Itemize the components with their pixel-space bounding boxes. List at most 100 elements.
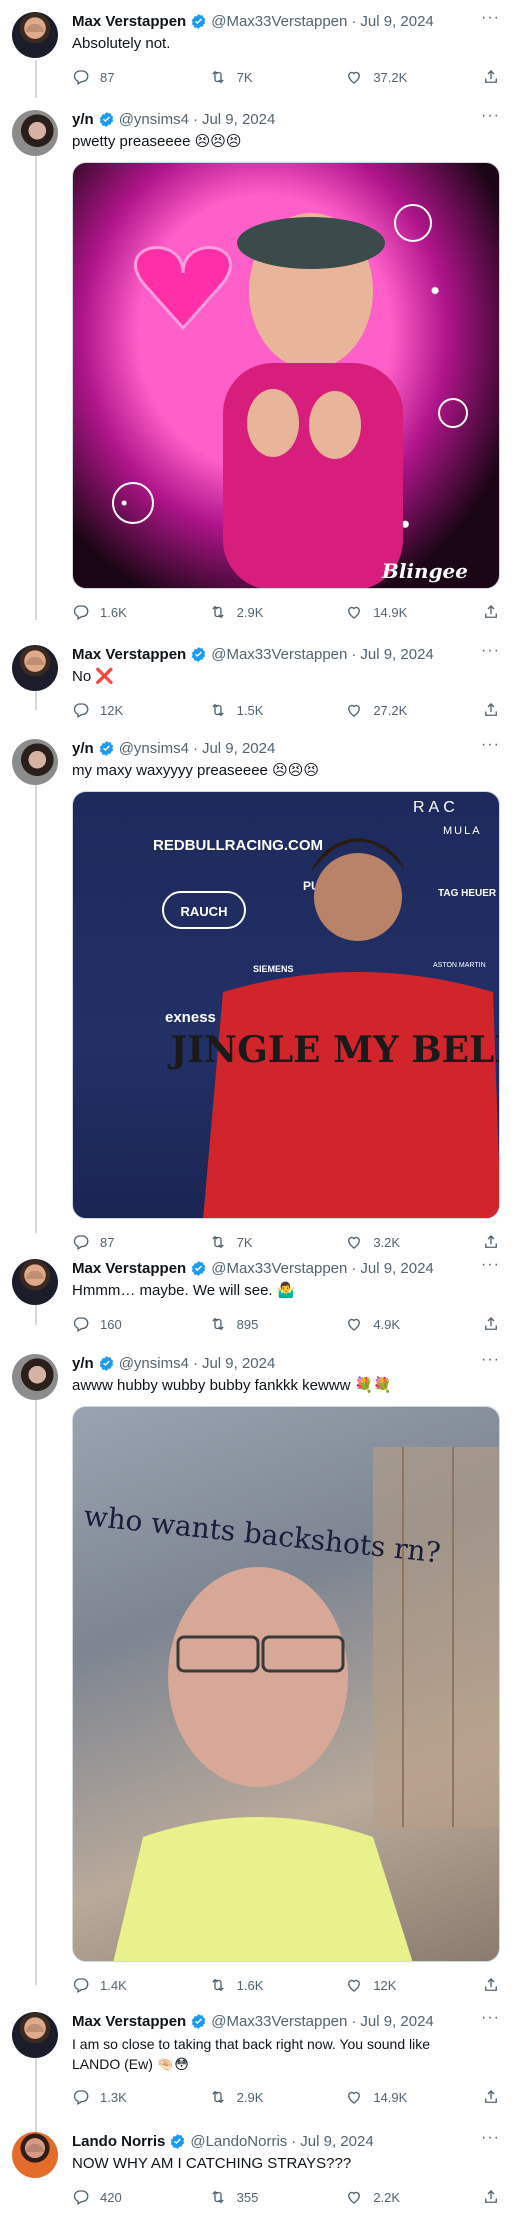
tweet[interactable]: y/n @ynsims4 · Jul 9, 2024 ··· awww hubb… — [0, 1342, 512, 2017]
reply-icon — [73, 2190, 89, 2205]
avatar[interactable] — [12, 645, 58, 691]
tweet[interactable]: Max Verstappen @Max33Verstappen · Jul 9,… — [0, 1247, 512, 1342]
tweet[interactable]: Max Verstappen @Max33Verstappen · Jul 9,… — [0, 0, 512, 95]
tweet-date[interactable]: Jul 9, 2024 — [360, 1260, 433, 1277]
retweet-button[interactable]: 895 — [209, 1315, 279, 1333]
like-button[interactable]: 37.2K — [345, 68, 415, 86]
tweet-date[interactable]: Jul 9, 2024 — [360, 2013, 433, 2030]
reply-button[interactable]: 1.3K — [72, 2088, 142, 2106]
author-handle[interactable]: @Max33Verstappen — [211, 1260, 347, 1277]
reply-count: 420 — [100, 2189, 122, 2205]
author-name[interactable]: y/n — [72, 740, 94, 757]
photo-sponsor-text: RAUCH — [181, 904, 228, 919]
share-button[interactable] — [482, 2088, 500, 2106]
tweet-actions: 87 7K 37.2K — [72, 62, 500, 92]
more-options-icon[interactable]: ··· — [481, 2130, 500, 2146]
tweet-actions: 12K 1.5K 27.2K — [72, 695, 500, 725]
like-button[interactable]: 4.9K — [345, 1315, 415, 1333]
author-name[interactable]: y/n — [72, 1355, 94, 1372]
avatar[interactable] — [12, 1259, 58, 1305]
author-name[interactable]: Max Verstappen — [72, 1260, 186, 1277]
author-handle[interactable]: @ynsims4 — [119, 111, 189, 128]
share-button[interactable] — [482, 68, 500, 86]
tweet-text: Hmmm… maybe. We will see. 🤷‍♂️ — [72, 1282, 296, 1299]
author-handle[interactable]: @ynsims4 — [119, 740, 189, 757]
retweet-button[interactable]: 1.6K — [209, 1976, 279, 1994]
like-count: 4.9K — [373, 1316, 401, 1332]
avatar[interactable] — [12, 1354, 58, 1400]
tweet-date[interactable]: Jul 9, 2024 — [202, 111, 275, 128]
more-options-icon[interactable]: ··· — [481, 108, 500, 124]
reply-button[interactable]: 420 — [72, 2188, 142, 2206]
retweet-icon — [211, 605, 224, 619]
retweet-icon — [211, 1978, 224, 1992]
author-handle[interactable]: @LandoNorris — [190, 2133, 287, 2150]
retweet-button[interactable]: 355 — [209, 2188, 279, 2206]
tweet-date[interactable]: Jul 9, 2024 — [300, 2133, 373, 2150]
tweet-image[interactable]: who wants backshots rn? — [72, 1406, 500, 1962]
tweet-text: my maxy waxyyyy preaseeee 😣😣😣 — [72, 762, 319, 779]
avatar[interactable] — [12, 2012, 58, 2058]
blingee-illustration: Blingee — [112, 204, 468, 588]
reply-count: 12K — [100, 702, 124, 718]
avatar[interactable] — [12, 2132, 58, 2178]
author-name[interactable]: Max Verstappen — [72, 2013, 186, 2030]
tweet[interactable]: Lando Norris @LandoNorris · Jul 9, 2024 … — [0, 2120, 512, 2227]
photo-sponsor-2: exness — [165, 1009, 216, 1026]
reply-count: 1.6K — [100, 604, 127, 620]
more-options-icon[interactable]: ··· — [481, 1352, 500, 1368]
more-options-icon[interactable]: ··· — [481, 737, 500, 753]
like-button[interactable]: 27.2K — [345, 701, 415, 719]
like-button[interactable]: 12K — [345, 1976, 415, 1994]
reply-button[interactable]: 1.4K — [72, 1976, 142, 1994]
tweet[interactable]: Max Verstappen @Max33Verstappen · Jul 9,… — [0, 633, 512, 728]
tweet-date[interactable]: Jul 9, 2024 — [360, 13, 433, 30]
author-handle[interactable]: @Max33Verstappen — [211, 646, 347, 663]
more-options-icon[interactable]: ··· — [481, 643, 500, 659]
retweet-icon — [211, 1317, 224, 1331]
author-name[interactable]: Lando Norris — [72, 2133, 165, 2150]
retweet-button[interactable]: 2.9K — [209, 603, 279, 621]
separator-dot: · — [192, 110, 198, 128]
more-options-icon[interactable]: ··· — [481, 2010, 500, 2026]
author-handle[interactable]: @Max33Verstappen — [211, 13, 347, 30]
share-button[interactable] — [482, 2188, 500, 2206]
like-button[interactable]: 14.9K — [345, 603, 415, 621]
retweet-button[interactable]: 7K — [209, 68, 279, 86]
reply-button[interactable]: 1.6K — [72, 603, 142, 621]
tweet-date[interactable]: Jul 9, 2024 — [202, 740, 275, 757]
share-button[interactable] — [482, 1315, 500, 1333]
verified-icon — [99, 740, 113, 756]
like-button[interactable]: 2.2K — [345, 2188, 415, 2206]
tweet-date[interactable]: Jul 9, 2024 — [360, 646, 433, 663]
separator-dot: · — [192, 1354, 198, 1372]
author-name[interactable]: Max Verstappen — [72, 13, 186, 30]
tweet-date[interactable]: Jul 9, 2024 — [202, 1355, 275, 1372]
reply-button[interactable]: 160 — [72, 1315, 142, 1333]
avatar[interactable] — [12, 12, 58, 58]
tweet-image[interactable]: Blingee — [72, 162, 500, 589]
author-name[interactable]: Max Verstappen — [72, 646, 186, 663]
avatar[interactable] — [12, 739, 58, 785]
author-handle[interactable]: @Max33Verstappen — [211, 2013, 347, 2030]
tweet[interactable]: y/n @ynsims4 · Jul 9, 2024 ··· my maxy w… — [0, 727, 512, 1272]
tweet-text: NOW WHY AM I CATCHING STRAYS??? — [72, 2155, 352, 2172]
tweet[interactable]: y/n @ynsims4 · Jul 9, 2024 ··· pwetty pr… — [0, 98, 512, 645]
retweet-button[interactable]: 2.9K — [209, 2088, 279, 2106]
author-name[interactable]: y/n — [72, 111, 94, 128]
tweet[interactable]: Max Verstappen @Max33Verstappen · Jul 9,… — [0, 2000, 512, 2120]
share-button[interactable] — [482, 1976, 500, 1994]
reply-button[interactable]: 12K — [72, 701, 142, 719]
like-button[interactable]: 14.9K — [345, 2088, 415, 2106]
reply-button[interactable]: 87 — [72, 68, 142, 86]
tweet-image[interactable]: REDBULLRACING.COM RAC MULA RAUCH PUMA SI… — [72, 791, 500, 1219]
avatar[interactable] — [12, 110, 58, 156]
author-handle[interactable]: @ynsims4 — [119, 1355, 189, 1372]
retweet-count: 1.6K — [236, 1977, 264, 1993]
share-button[interactable] — [482, 701, 500, 719]
more-options-icon[interactable]: ··· — [481, 10, 500, 26]
share-button[interactable] — [482, 603, 500, 621]
retweet-button[interactable]: 1.5K — [209, 701, 279, 719]
blingee-watermark: Blingee — [381, 559, 468, 583]
more-options-icon[interactable]: ··· — [481, 1257, 500, 1273]
